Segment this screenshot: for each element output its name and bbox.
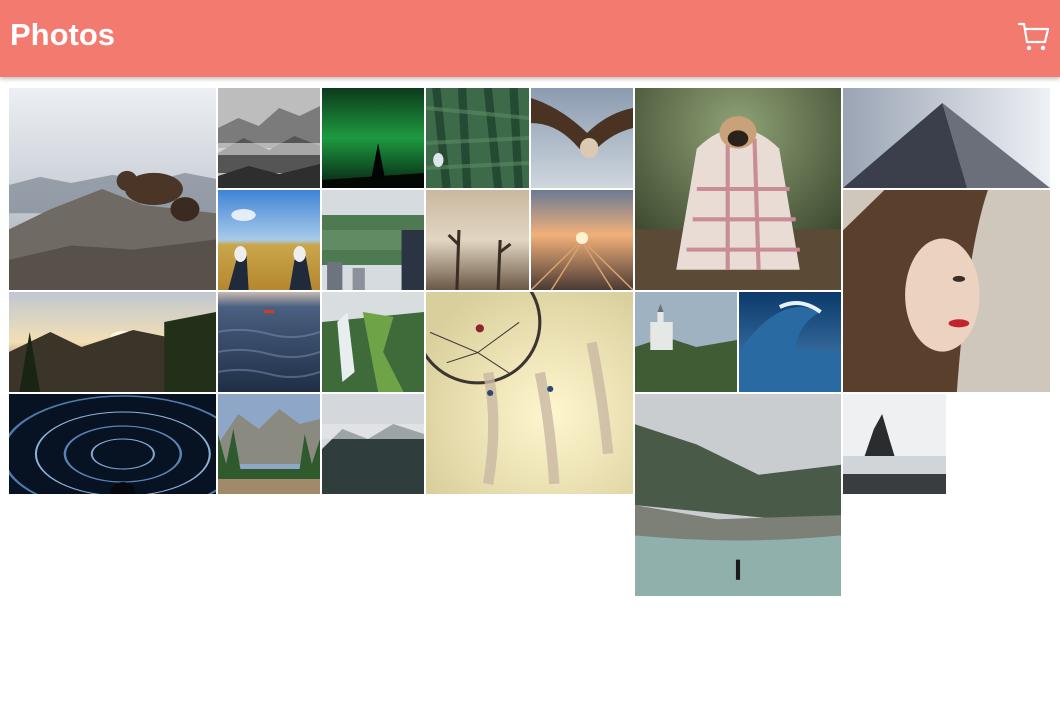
photo-mountain-sunset[interactable]: [9, 292, 216, 392]
photo-misty-forest-hills[interactable]: [218, 88, 320, 188]
photo-skyscraper[interactable]: [843, 88, 1050, 188]
photo-sea-kayak[interactable]: [218, 292, 320, 392]
photo-city-park[interactable]: [322, 190, 424, 290]
photo-star-trails[interactable]: [9, 394, 216, 494]
photo-dead-trees[interactable]: [426, 190, 529, 290]
app-bar: Photos: [0, 0, 1060, 77]
photo-vulture-flying[interactable]: [531, 88, 633, 188]
photo-river-hiker[interactable]: [635, 394, 841, 596]
cart-button[interactable]: [1016, 18, 1052, 54]
photo-foggy-mountain[interactable]: [322, 394, 424, 494]
page-title: Photos: [10, 17, 116, 52]
photo-ocean-wave[interactable]: [739, 292, 841, 392]
photo-waterfall[interactable]: [322, 292, 424, 392]
photo-feet-in-field[interactable]: [218, 190, 320, 290]
shopping-cart-icon: [1017, 22, 1050, 51]
photo-pug-in-blanket[interactable]: [635, 88, 841, 290]
photo-grid: [0, 0, 1060, 714]
photo-aurora-night[interactable]: [322, 88, 424, 188]
photo-sea-stack[interactable]: [843, 394, 946, 494]
photo-yosemite[interactable]: [218, 394, 320, 494]
photo-railway-sunset[interactable]: [531, 190, 633, 290]
photo-castle[interactable]: [635, 292, 737, 392]
photo-dreamcatcher[interactable]: [426, 292, 633, 494]
photo-bird-in-pine[interactable]: [426, 88, 529, 188]
photo-woman-portrait[interactable]: [843, 190, 1050, 392]
photo-bear-on-rocks[interactable]: [9, 88, 216, 290]
